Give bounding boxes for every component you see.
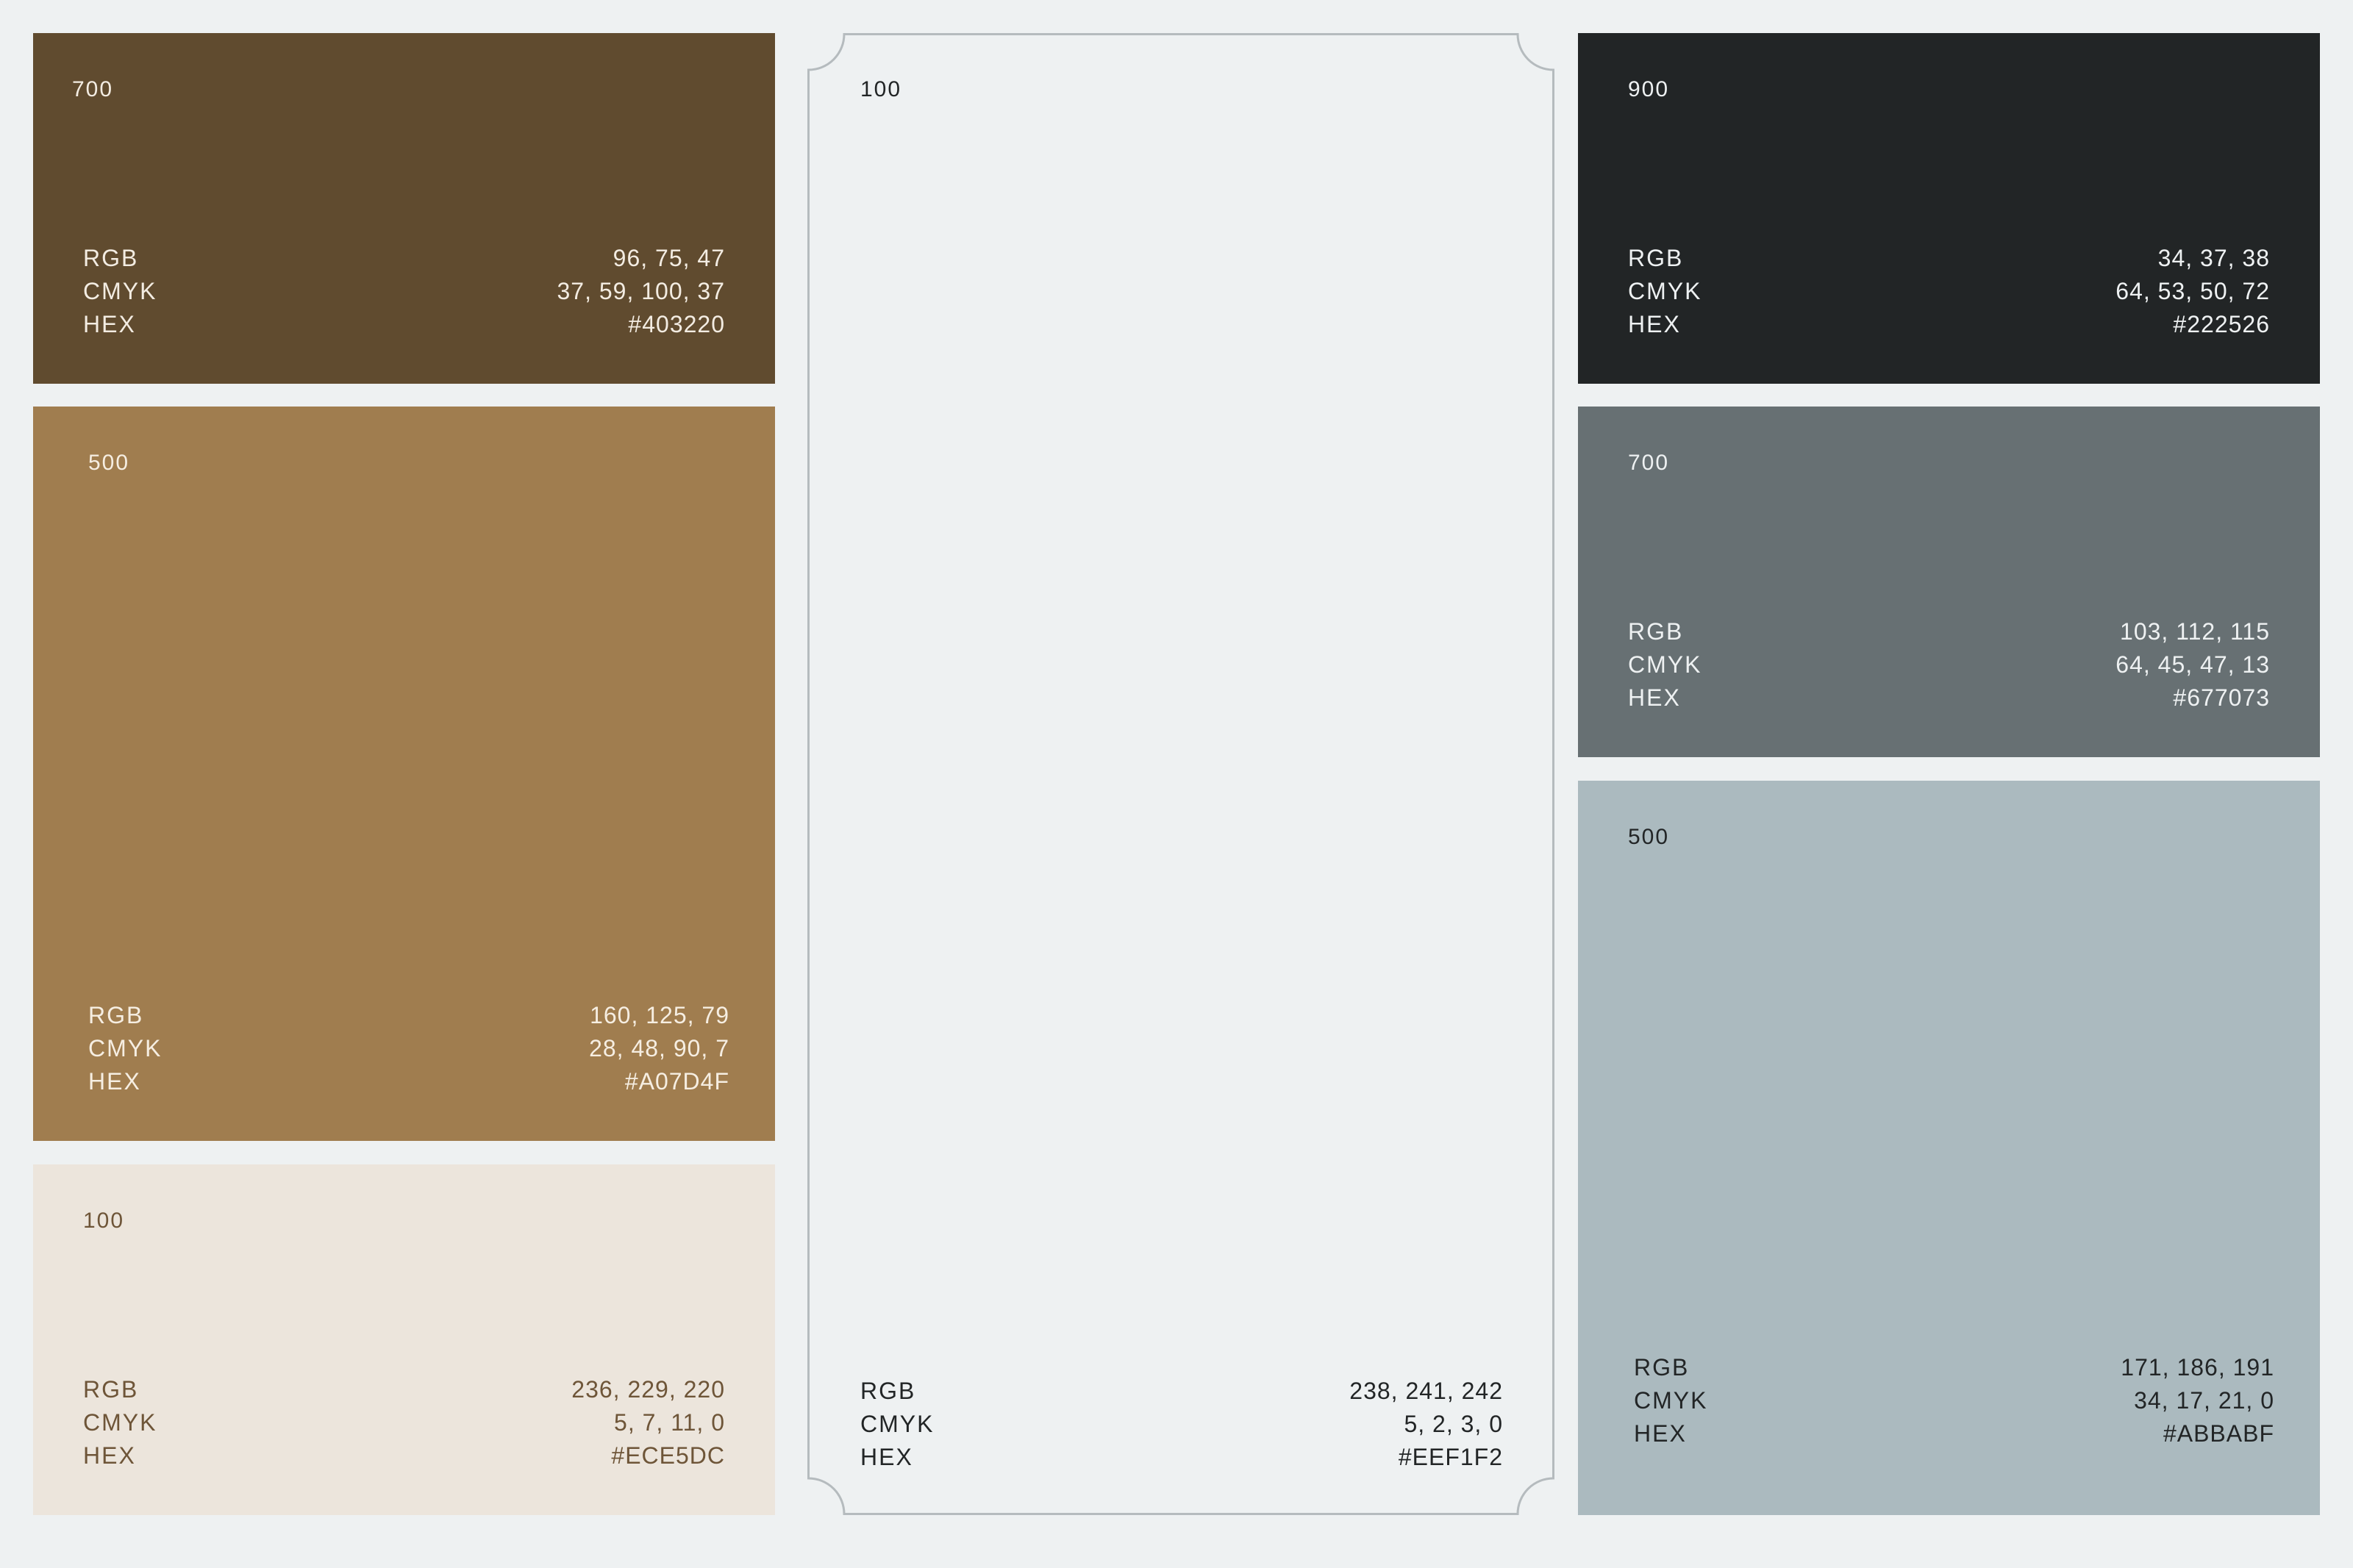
hex-label: HEX xyxy=(1628,311,1681,337)
color-specs: RGB 103, 112, 115 CMYK 64, 45, 47, 13 HEX #… xyxy=(1628,615,2270,715)
cmyk-value: 64, 53, 50, 72 xyxy=(2115,278,2270,304)
frame-outline xyxy=(807,33,1554,1515)
hex-row: HEX #403220 xyxy=(83,308,725,341)
rgb-row: RGB 238, 241, 242 xyxy=(860,1375,1503,1408)
hex-label: HEX xyxy=(1634,1420,1687,1447)
cmyk-label: CMYK xyxy=(860,1411,935,1437)
rgb-row: RGB 236, 229, 220 xyxy=(83,1373,725,1406)
shade-label: 900 xyxy=(1628,77,1670,101)
cmyk-label: CMYK xyxy=(83,278,157,304)
cmyk-row: CMYK 5, 2, 3, 0 xyxy=(860,1408,1503,1441)
swatch-brown-700: 700 RGB 96, 75, 47 CMYK 37, 59, 100, 37 HE… xyxy=(33,33,775,384)
color-specs: RGB 236, 229, 220 CMYK 5, 7, 11, 0 HEX #ECE… xyxy=(83,1373,725,1472)
hex-value: #ECE5DC xyxy=(611,1442,725,1469)
rgb-label: RGB xyxy=(1628,245,1684,271)
rgb-value: 34, 37, 38 xyxy=(2157,245,2270,271)
hex-value: #A07D4F xyxy=(624,1068,729,1095)
hex-row: HEX #EEF1F2 xyxy=(860,1441,1503,1474)
cmyk-label: CMYK xyxy=(1634,1387,1708,1414)
rgb-label: RGB xyxy=(88,1002,144,1028)
swatch-brown-500: 500 RGB 160, 125, 79 CMYK 28, 48, 90, 7 HE… xyxy=(33,407,775,1141)
cmyk-label: CMYK xyxy=(88,1035,163,1062)
cmyk-value: 5, 7, 11, 0 xyxy=(614,1409,725,1436)
rgb-row: RGB 171, 186, 191 xyxy=(1634,1351,2274,1384)
hex-label: HEX xyxy=(83,1442,136,1469)
hex-label: HEX xyxy=(88,1068,141,1095)
swatch-neutral-100: 100 RGB 238, 241, 242 CMYK 5, 2, 3, 0 HEX #… xyxy=(807,33,1554,1515)
rgb-label: RGB xyxy=(1628,618,1684,645)
scalloped-frame xyxy=(807,33,1554,1515)
rgb-value: 236, 229, 220 xyxy=(571,1376,725,1403)
hex-value: #EEF1F2 xyxy=(1398,1444,1503,1470)
rgb-value: 160, 125, 79 xyxy=(590,1002,729,1028)
swatch-brown-100: 100 RGB 236, 229, 220 CMYK 5, 7, 11, 0 HEX… xyxy=(33,1164,775,1515)
hex-row: HEX #677073 xyxy=(1628,681,2270,715)
cmyk-row: CMYK 5, 7, 11, 0 xyxy=(83,1406,725,1439)
swatch-gray-500: 500 RGB 171, 186, 191 CMYK 34, 17, 21, 0 H… xyxy=(1578,781,2320,1515)
shade-label: 500 xyxy=(88,451,130,475)
color-specs: RGB 34, 37, 38 CMYK 64, 53, 50, 72 HEX #222… xyxy=(1628,242,2270,341)
cmyk-row: CMYK 28, 48, 90, 7 xyxy=(88,1032,729,1065)
hex-row: HEX #222526 xyxy=(1628,308,2270,341)
hex-row: HEX #A07D4F xyxy=(88,1065,729,1098)
cmyk-label: CMYK xyxy=(1628,278,1702,304)
rgb-label: RGB xyxy=(1634,1354,1690,1381)
shade-label: 100 xyxy=(860,77,902,101)
cmyk-value: 28, 48, 90, 7 xyxy=(589,1035,729,1062)
hex-label: HEX xyxy=(1628,684,1681,711)
hex-value: #677073 xyxy=(2173,684,2270,711)
shade-label: 100 xyxy=(83,1209,125,1233)
rgb-row: RGB 160, 125, 79 xyxy=(88,999,729,1032)
hex-value: #222526 xyxy=(2173,311,2270,337)
cmyk-row: CMYK 64, 53, 50, 72 xyxy=(1628,275,2270,308)
cmyk-value: 37, 59, 100, 37 xyxy=(557,278,725,304)
swatch-gray-900: 900 RGB 34, 37, 38 CMYK 64, 53, 50, 72 HEX… xyxy=(1578,33,2320,384)
hex-value: #ABBABF xyxy=(2163,1420,2274,1447)
rgb-row: RGB 103, 112, 115 xyxy=(1628,615,2270,648)
cmyk-value: 34, 17, 21, 0 xyxy=(2134,1387,2274,1414)
shade-label: 700 xyxy=(72,77,114,101)
rgb-label: RGB xyxy=(860,1378,916,1404)
shade-label: 500 xyxy=(1628,825,1670,849)
rgb-value: 96, 75, 47 xyxy=(613,245,725,271)
cmyk-label: CMYK xyxy=(83,1409,157,1436)
color-specs: RGB 160, 125, 79 CMYK 28, 48, 90, 7 HEX #A0… xyxy=(88,999,729,1098)
cmyk-row: CMYK 34, 17, 21, 0 xyxy=(1634,1384,2274,1417)
color-specs: RGB 96, 75, 47 CMYK 37, 59, 100, 37 HEX #40… xyxy=(83,242,725,341)
hex-label: HEX xyxy=(860,1444,913,1470)
hex-row: HEX #ECE5DC xyxy=(83,1439,725,1472)
rgb-label: RGB xyxy=(83,1376,139,1403)
rgb-value: 238, 241, 242 xyxy=(1349,1378,1503,1404)
rgb-row: RGB 34, 37, 38 xyxy=(1628,242,2270,275)
hex-value: #403220 xyxy=(628,311,725,337)
cmyk-value: 5, 2, 3, 0 xyxy=(1404,1411,1503,1437)
hex-label: HEX xyxy=(83,311,136,337)
swatch-gray-700: 700 RGB 103, 112, 115 CMYK 64, 45, 47, 13 … xyxy=(1578,407,2320,757)
rgb-value: 171, 186, 191 xyxy=(2121,1354,2274,1381)
rgb-value: 103, 112, 115 xyxy=(2120,618,2270,645)
hex-row: HEX #ABBABF xyxy=(1634,1417,2274,1450)
rgb-row: RGB 96, 75, 47 xyxy=(83,242,725,275)
color-specs: RGB 171, 186, 191 CMYK 34, 17, 21, 0 HEX #A… xyxy=(1634,1351,2274,1450)
cmyk-row: CMYK 37, 59, 100, 37 xyxy=(83,275,725,308)
cmyk-value: 64, 45, 47, 13 xyxy=(2115,651,2270,678)
cmyk-row: CMYK 64, 45, 47, 13 xyxy=(1628,648,2270,681)
cmyk-label: CMYK xyxy=(1628,651,1702,678)
shade-label: 700 xyxy=(1628,451,1670,475)
rgb-label: RGB xyxy=(83,245,139,271)
color-specs: RGB 238, 241, 242 CMYK 5, 2, 3, 0 HEX #EEF1… xyxy=(860,1375,1503,1474)
